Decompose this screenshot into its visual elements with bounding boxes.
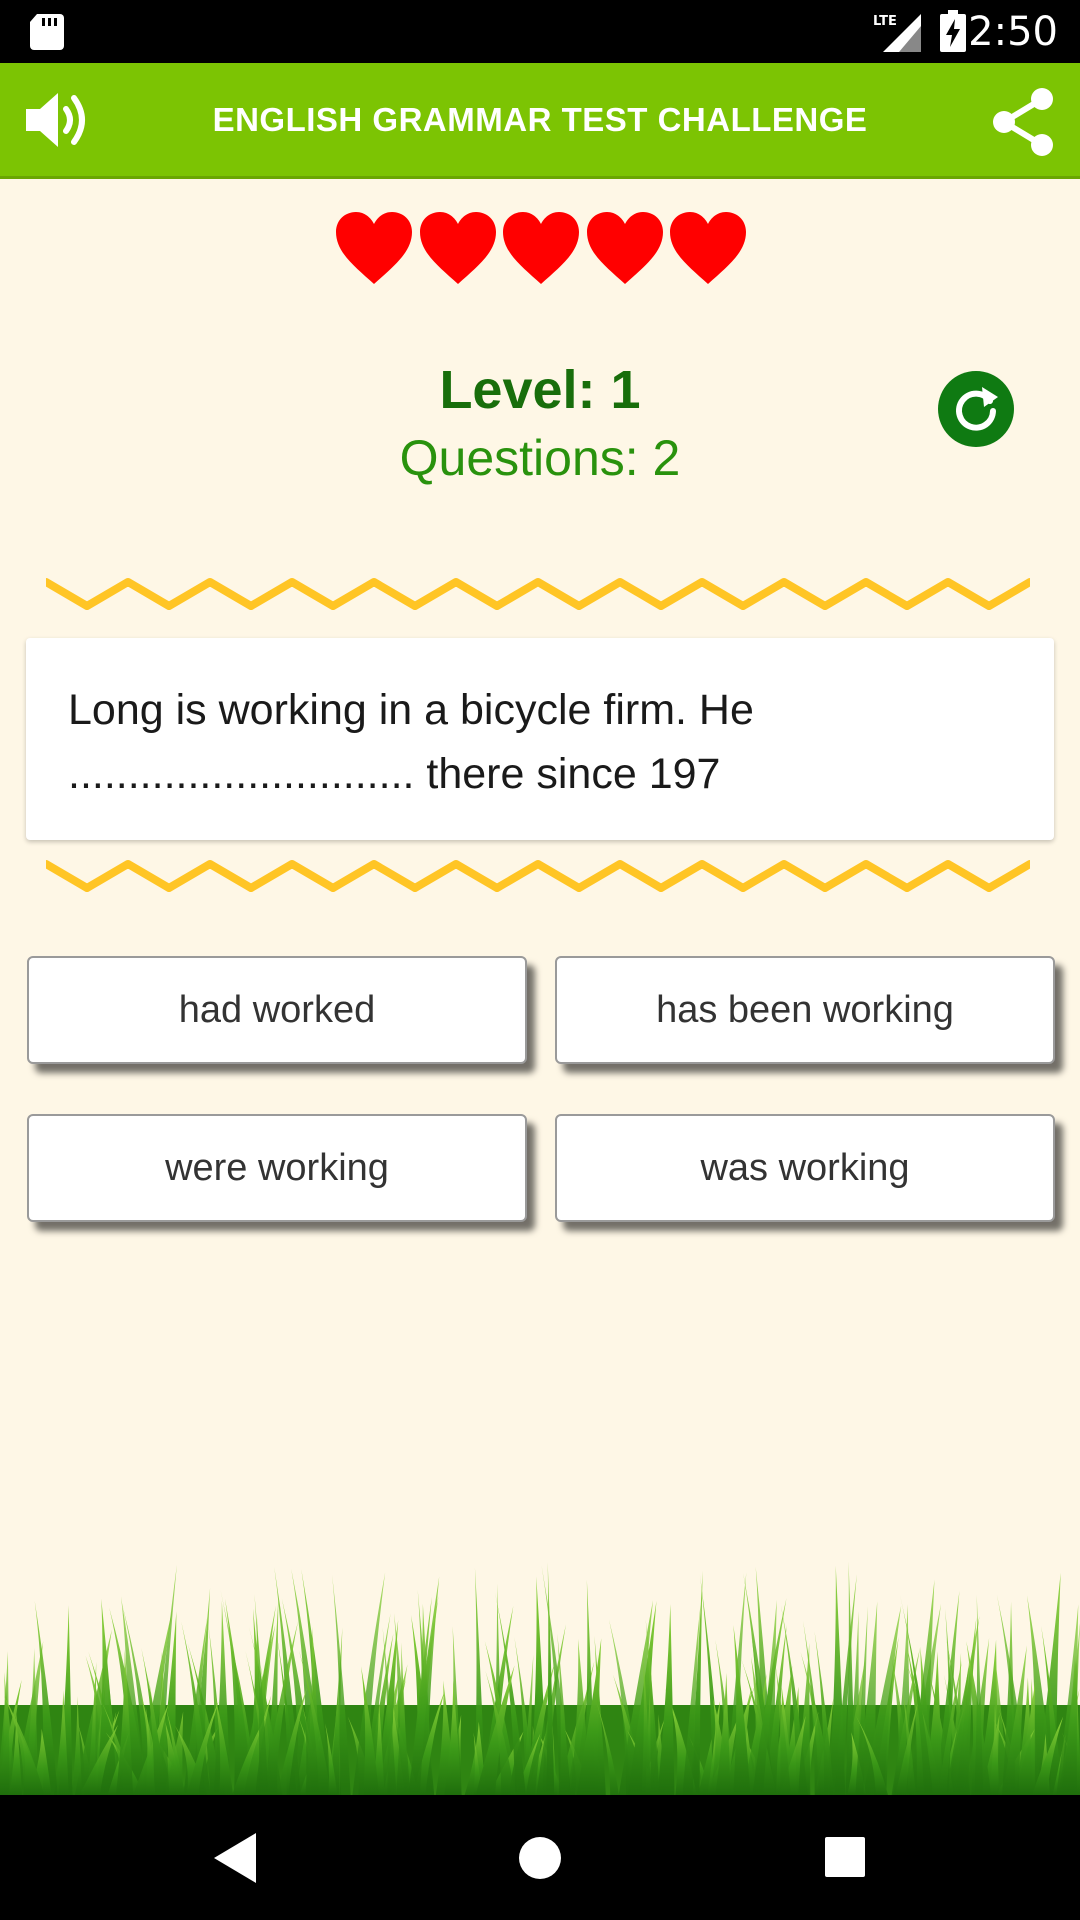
grass-decoration — [0, 1561, 1080, 1795]
question-line-2: ............................. there sinc… — [68, 750, 721, 798]
lte-signal-icon: LTE — [873, 14, 921, 52]
answer-button-1[interactable]: had worked — [27, 956, 527, 1064]
heart-icon — [670, 212, 746, 284]
level-label: Level: 1 — [439, 360, 641, 420]
back-icon[interactable] — [214, 1833, 256, 1883]
question-line-1: Long is working in a bicycle firm. He — [68, 686, 754, 734]
app-title: ENGLISH GRAMMAR TEST CHALLENGE — [212, 101, 868, 138]
lives-hearts — [334, 210, 748, 286]
recents-icon[interactable] — [825, 1837, 865, 1877]
status-clock: 2:50 — [968, 9, 1058, 55]
status-bar: LTE 2:50 — [0, 0, 1080, 63]
share-icon[interactable] — [990, 87, 1056, 157]
app-bar: ENGLISH GRAMMAR TEST CHALLENGE — [0, 63, 1080, 179]
answer-button-4[interactable]: was working — [555, 1114, 1055, 1222]
battery-charging-icon — [940, 10, 966, 52]
zigzag-divider-bottom — [46, 860, 1030, 892]
heart-icon — [503, 212, 579, 284]
heart-icon — [336, 212, 412, 284]
answer-button-2[interactable]: has been working — [555, 956, 1055, 1064]
heart-icon — [419, 212, 496, 284]
answer-button-3[interactable]: were working — [27, 1114, 527, 1222]
navigation-bar — [0, 1795, 1080, 1920]
network-type-label: LTE — [873, 14, 897, 29]
restart-icon[interactable] — [938, 371, 1014, 447]
zigzag-divider-top — [46, 578, 1030, 610]
sd-card-icon — [30, 14, 64, 50]
question-card: Long is working in a bicycle firm. He ..… — [26, 638, 1054, 840]
heart-icon — [586, 212, 663, 284]
home-icon[interactable] — [519, 1837, 561, 1879]
questions-label: Questions: 2 — [399, 430, 681, 486]
grass-blade — [546, 1562, 555, 1795]
